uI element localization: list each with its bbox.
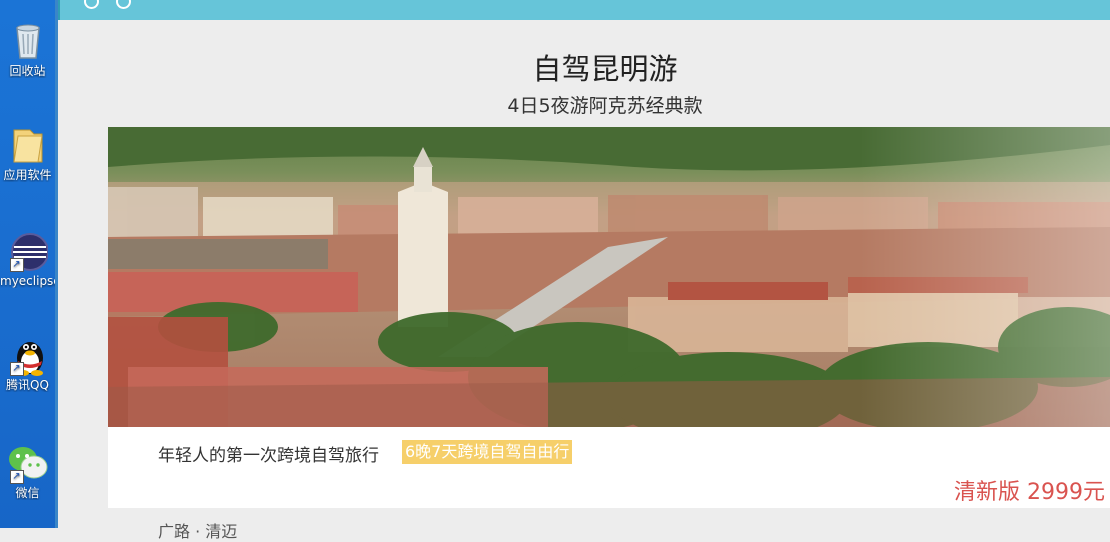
folder-icon	[8, 124, 48, 166]
desktop-icon-qq[interactable]: ↗ 腾讯QQ	[0, 334, 55, 392]
desktop-icon-apps-folder[interactable]: 应用软件	[0, 124, 55, 182]
window-control-icon[interactable]	[116, 0, 131, 9]
desktop-icon-wechat[interactable]: ↗ 微信	[0, 442, 55, 500]
desktop-icon-label: myeclipse...	[0, 274, 55, 288]
app-top-bar	[58, 0, 1110, 20]
tour-badge: 6晚7天跨境自驾自由行	[402, 440, 573, 464]
shortcut-arrow-icon: ↗	[9, 470, 24, 484]
eclipse-icon: ↗	[8, 230, 49, 272]
desktop-icon-label: 腾讯QQ	[6, 378, 49, 392]
page-subtitle: 4日5夜游阿克苏经典款	[507, 95, 703, 117]
desktop-icon-label: 应用软件	[3, 168, 52, 182]
shortcut-arrow-icon: ↗	[9, 362, 24, 376]
qq-penguin-icon: ↗	[8, 334, 48, 376]
tour-price: 清新版 2999元	[954, 480, 1105, 505]
window-control-icon[interactable]	[84, 0, 99, 9]
tour-route-text: 广路 · 清迈	[158, 522, 238, 541]
hero-image[interactable]	[108, 127, 1110, 427]
desktop-icon-myeclipse[interactable]: ↗ myeclipse...	[0, 230, 55, 288]
town-photo-illustration	[108, 127, 1110, 427]
page-title: 自驾昆明游	[532, 52, 678, 86]
desktop-icon-label: 微信	[15, 486, 40, 500]
wechat-icon: ↗	[8, 442, 48, 484]
tour-tagline: 年轻人的第一次跨境自驾旅行	[158, 446, 379, 466]
shortcut-arrow-icon: ↗	[9, 258, 24, 272]
